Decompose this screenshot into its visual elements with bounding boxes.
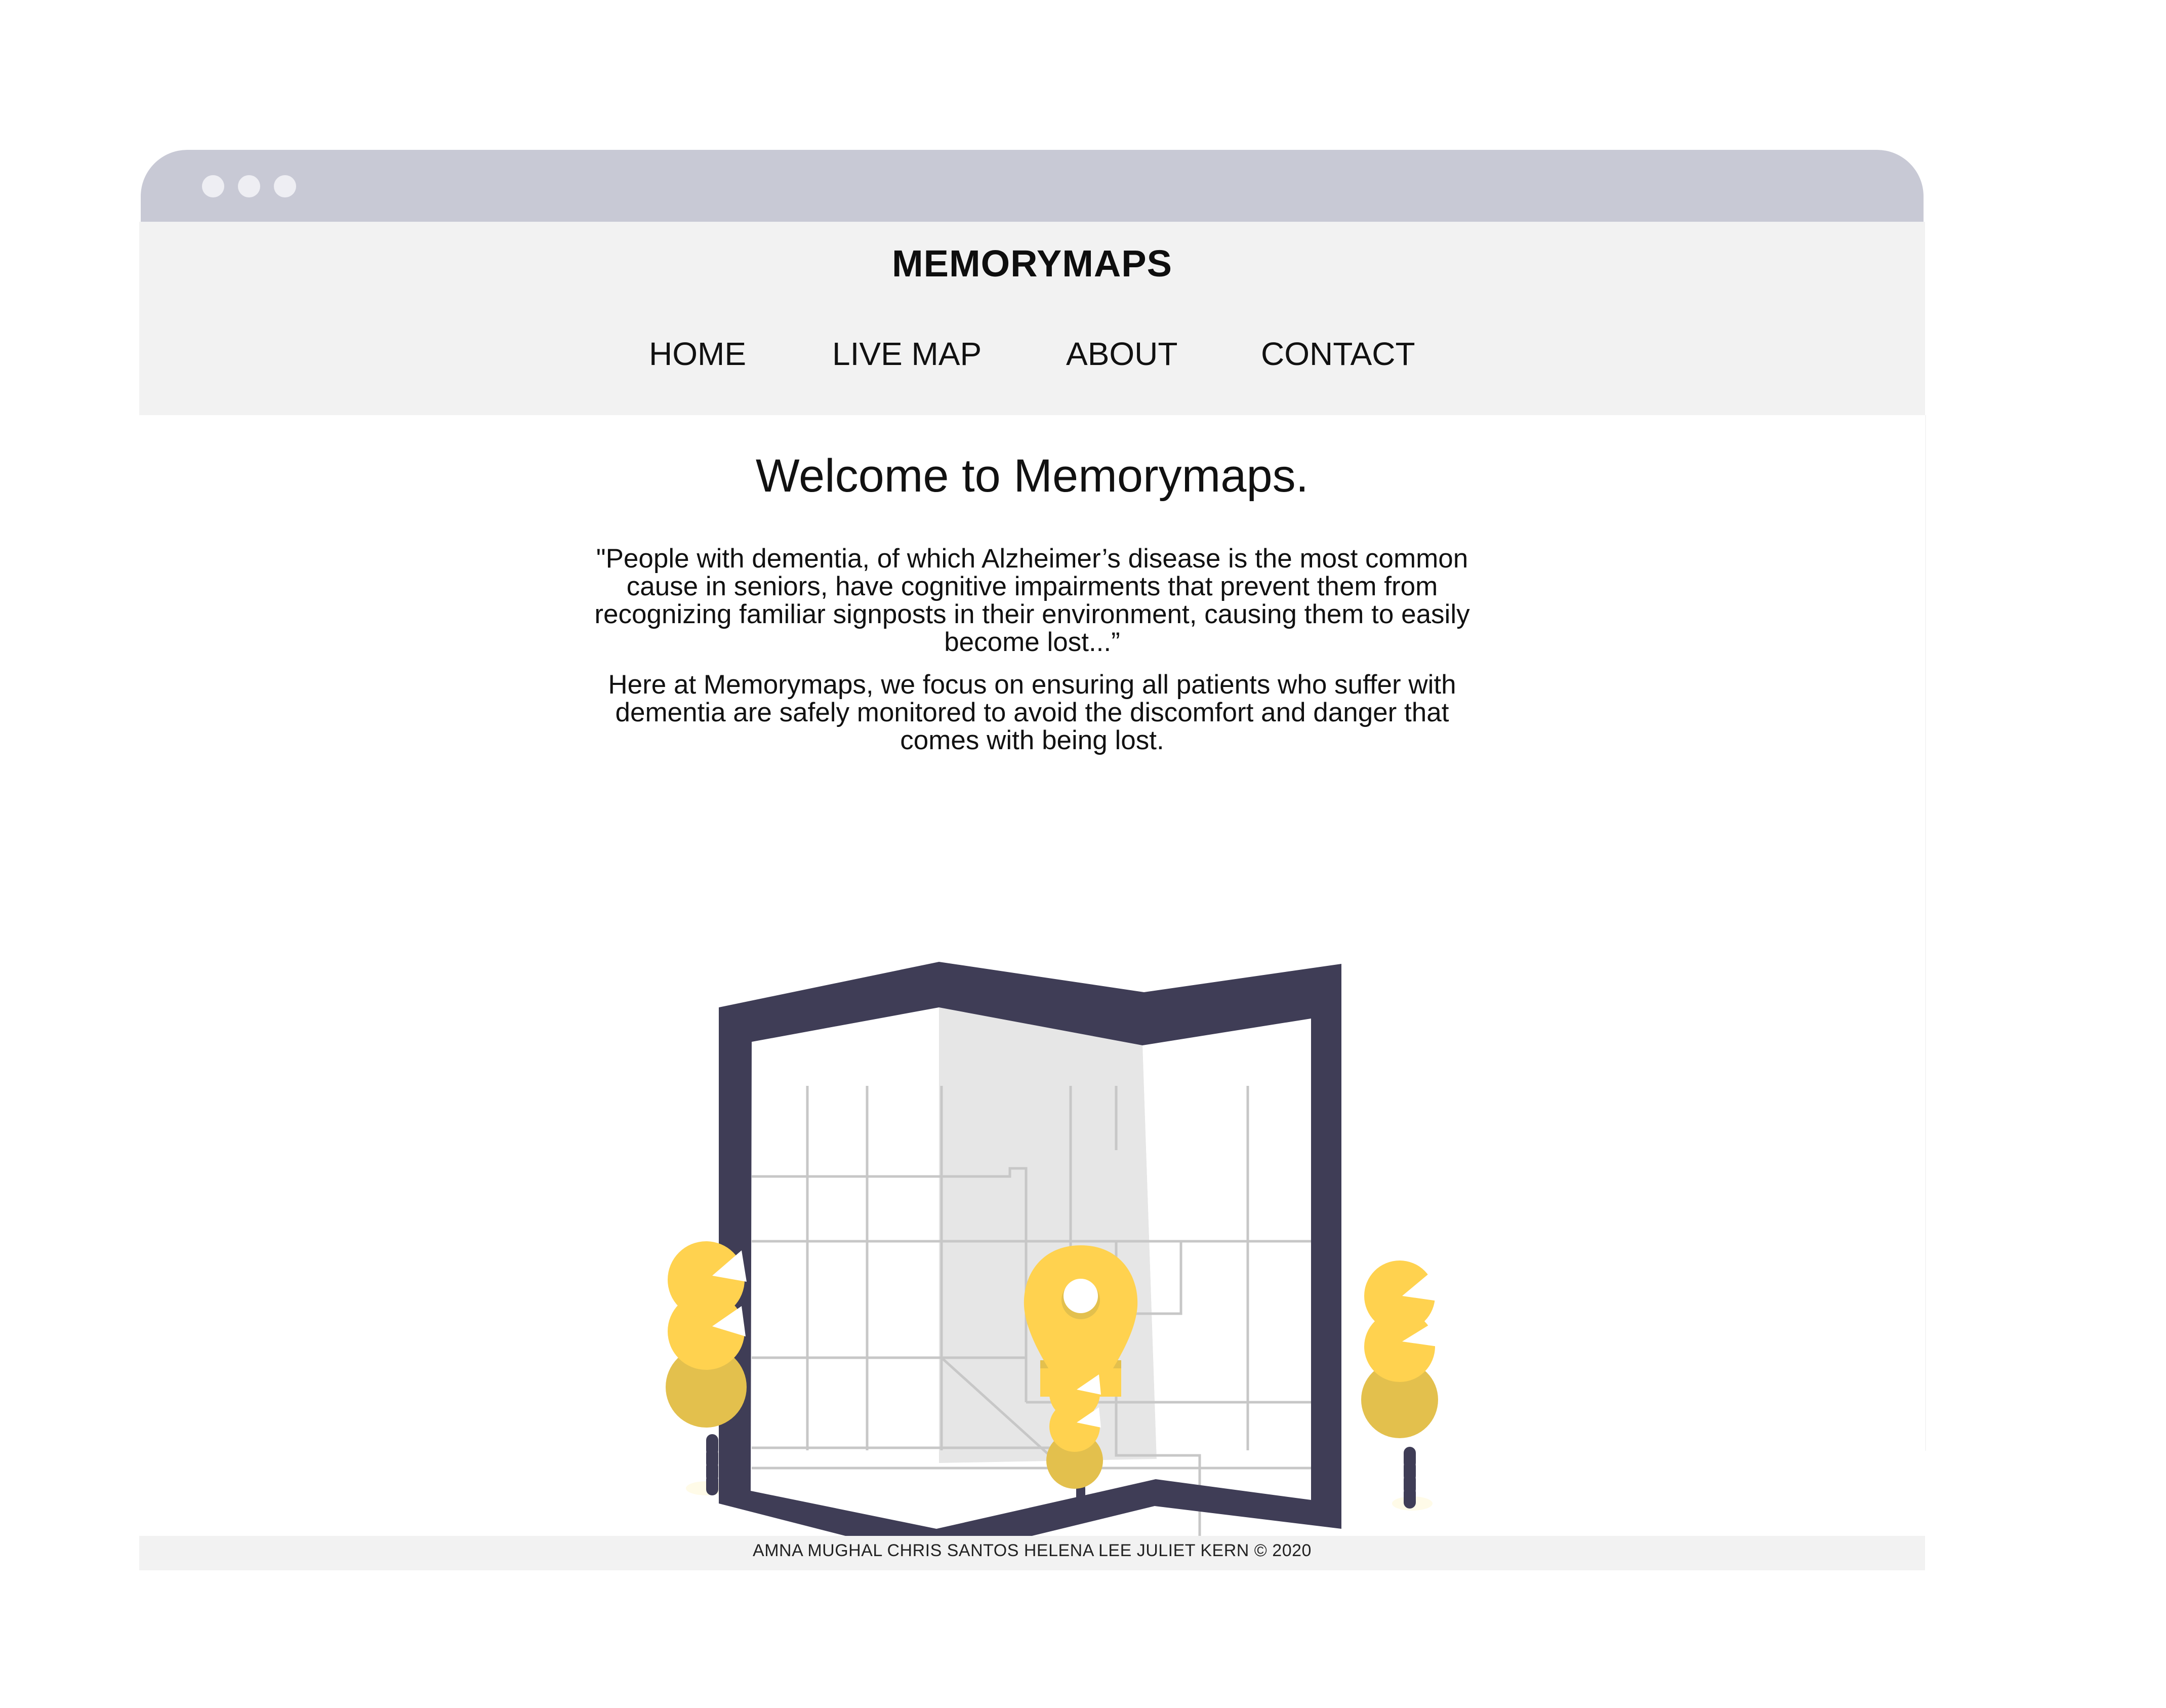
dementia-quote: "People with dementia, of which Alzheime… <box>594 544 1470 657</box>
nav-live-map[interactable]: LIVE MAP <box>832 335 982 373</box>
window-titlebar <box>141 150 1924 222</box>
main-content: Welcome to Memorymaps. "People with deme… <box>139 415 1926 1559</box>
page-title: Welcome to Memorymaps. <box>755 450 1309 502</box>
window-dot-icon[interactable] <box>274 175 296 197</box>
mission-text: Here at Memorymaps, we focus on ensuring… <box>608 670 1456 755</box>
nav-home[interactable]: HOME <box>649 335 746 373</box>
window-dot-icon[interactable] <box>202 175 224 197</box>
site-logo[interactable]: MEMORYMAPS <box>139 242 1925 285</box>
browser-window: MEMORYMAPS HOME LIVE MAP ABOUT CONTACT W… <box>139 150 1926 1570</box>
tree-middle <box>1046 1368 1103 1513</box>
main-nav: HOME LIVE MAP ABOUT CONTACT <box>139 335 1925 381</box>
nav-contact[interactable]: CONTACT <box>1261 335 1415 373</box>
window-dot-icon[interactable] <box>238 175 260 197</box>
site-footer: AMNA MUGHAL CHRIS SANTOS HELENA LEE JULI… <box>139 1536 1925 1570</box>
tree-right <box>1361 1260 1438 1510</box>
nav-about[interactable]: ABOUT <box>1066 335 1177 373</box>
site-header: MEMORYMAPS HOME LIVE MAP ABOUT CONTACT <box>139 222 1925 415</box>
map-page-left <box>749 993 939 1458</box>
map-illustration <box>666 962 1438 1559</box>
footer-credits: AMNA MUGHAL CHRIS SANTOS HELENA LEE JULI… <box>753 1541 1312 1560</box>
